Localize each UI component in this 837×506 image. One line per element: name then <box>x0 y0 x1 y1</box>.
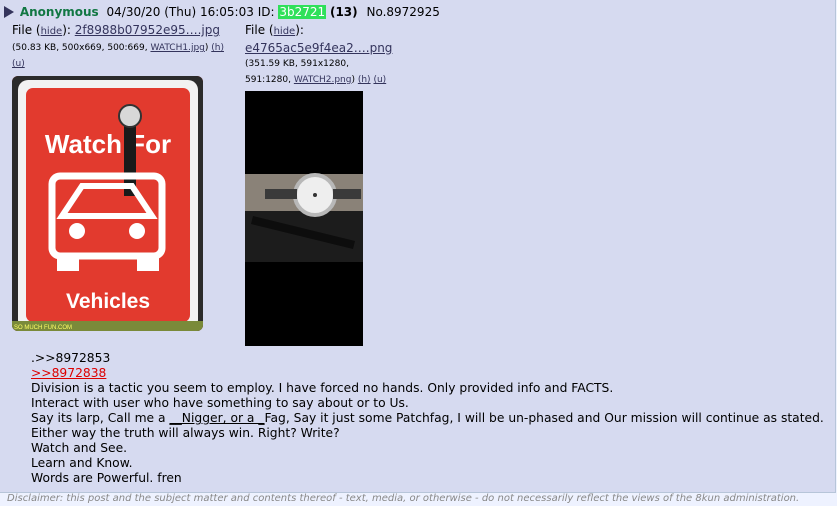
original-name-link[interactable]: WATCH2.png <box>294 75 352 85</box>
u-link[interactable]: (u) <box>12 59 25 69</box>
sign-top-text: Watch For <box>45 129 171 159</box>
post-date: 04/30/20 (Thu) 16:05:03 <box>106 5 254 19</box>
hide-file-link[interactable]: hide <box>274 26 296 37</box>
poster-name: Anonymous <box>19 5 99 19</box>
file-name-link[interactable]: 2f8988b07952e95….jpg <box>75 23 220 37</box>
file-meta: (351.59 KB, 591x1280, <box>245 59 349 69</box>
file-thumbnail-2[interactable] <box>245 91 363 346</box>
file-name-link[interactable]: e4765ac5e9f4ea2….png <box>245 41 392 55</box>
quote-link[interactable]: >>8972838 <box>31 366 106 380</box>
watch-for-vehicles-sign-image: Watch For Vehicles SO MUCH FUN.COM <box>12 76 203 331</box>
wristwatch-photo-image <box>245 91 363 346</box>
body-line: Either way the truth will always win. Ri… <box>31 426 340 440</box>
post-header: Anonymous 04/30/20 (Thu) 16:05:03 ID: 3b… <box>4 4 440 21</box>
post-menu-arrow-icon[interactable] <box>4 6 14 18</box>
file-label: File ( <box>245 23 274 37</box>
post-number-link[interactable]: No.8972925 <box>366 5 439 19</box>
file-label: File ( <box>12 23 41 37</box>
body-line: Learn and Know. <box>31 456 133 470</box>
hide-file-link[interactable]: hide <box>41 26 63 37</box>
file-label-end: ): <box>295 23 304 37</box>
body-line: Interact with user who have something to… <box>31 396 409 410</box>
file-thumbnail-1[interactable]: Watch For Vehicles SO MUCH FUN.COM <box>12 76 203 331</box>
body-line: Division is a tactic you seem to employ.… <box>31 381 614 395</box>
body-text: Say its larp, Call me a <box>31 411 170 425</box>
poster-id[interactable]: 3b2721 <box>278 5 327 19</box>
post-container: Anonymous 04/30/20 (Thu) 16:05:03 ID: 3b… <box>0 0 836 493</box>
body-line: Say its larp, Call me a __Nigger, or a _… <box>31 411 824 426</box>
file-meta: (50.83 KB, 500x669, 500:669, <box>12 43 148 53</box>
original-name-link[interactable]: WATCH1.jpg <box>150 43 204 53</box>
watermark-text: SO MUCH FUN.COM <box>14 325 72 331</box>
disclaimer: Disclaimer: this post and the subject ma… <box>7 493 800 504</box>
sign-bottom-text: Vehicles <box>66 290 150 313</box>
file-info-2: File (hide): e4765ac5e9f4ea2….png (351.5… <box>245 23 393 85</box>
file-meta-2: 591:1280, <box>245 75 291 85</box>
underlined-text: __Nigger, or a _ <box>169 411 265 425</box>
h-link[interactable]: (h) <box>211 43 224 53</box>
body-line: .>>8972853 <box>31 351 111 365</box>
u-link[interactable]: (u) <box>373 75 386 85</box>
file-label-end: ): <box>62 23 71 37</box>
body-line: Words are Powerful. fren <box>31 471 182 485</box>
post-body: .>>8972853 >>8972838 Division is a tacti… <box>31 351 824 486</box>
poster-id-label: ID: <box>257 5 275 19</box>
h-link[interactable]: (h) <box>358 75 371 85</box>
body-text: Fag, Say it just some Patchfag, I will b… <box>264 411 824 425</box>
file-info-1: File (hide): 2f8988b07952e95….jpg (50.83… <box>12 23 224 69</box>
body-line: Watch and See. <box>31 441 128 455</box>
reply-count: (13) <box>329 5 358 19</box>
